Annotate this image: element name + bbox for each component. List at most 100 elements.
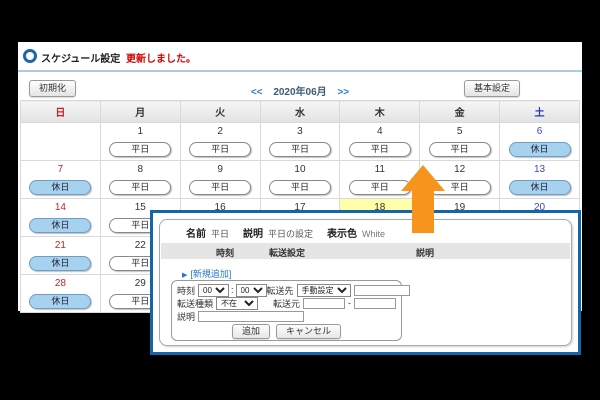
day-number: 4 [340,123,419,139]
arrow-head [401,165,445,191]
day-type-button[interactable]: 平日 [349,142,411,157]
day-header-2: 火 [180,101,260,123]
calendar-cell: 21 休日 [21,237,101,275]
calendar-cell: 2 平日 [180,123,260,161]
day-type-button[interactable]: 平日 [189,142,251,157]
day-type-button[interactable]: 休日 [29,180,91,195]
day-number: 3 [261,123,340,139]
calendar-cell: 4 平日 [340,123,420,161]
transfer-dest-label: 転送先 [267,284,294,297]
add-button[interactable]: 追加 [232,324,270,339]
form-description-label: 説明 [177,310,195,323]
calendar-cell: 14 休日 [21,199,101,237]
transfer-entry-form: 時刻 00 : 00 転送先 手動設定 転送種類 不在 転送元 - [171,280,402,341]
transfer-dest-select[interactable]: 手動設定 [297,284,351,297]
add-new-link-label: [新規追加] [190,269,231,279]
calendar-cell: 3 平日 [260,123,340,161]
app-circle-icon [23,49,37,63]
transfer-source-from-input[interactable] [303,298,345,309]
day-number: 10 [261,161,340,177]
day-type-button[interactable]: 平日 [189,180,251,195]
column-time: 時刻 [216,246,234,259]
display-color-label: 表示色 [327,229,357,240]
day-number: 7 [21,161,100,177]
day-header-3: 水 [260,101,340,123]
column-transfer-settings: 転送設定 [269,246,305,259]
current-month-label: 2020年06月 [273,87,326,98]
day-header-0: 日 [21,101,101,123]
triangle-bullet-icon: ▶ [182,272,187,279]
day-number: 5 [420,123,499,139]
column-header-bar: 時刻 転送設定 説明 [161,243,570,259]
day-type-button[interactable]: 休日 [509,180,571,195]
day-header-4: 木 [340,101,420,123]
day-number: 6 [500,123,579,139]
orange-pointer-arrow-icon [401,165,445,233]
day-type-button[interactable]: 平日 [429,142,491,157]
day-type-button[interactable]: 平日 [109,180,171,195]
day-number: 13 [500,161,579,177]
time-label: 時刻 [177,284,195,297]
day-type-button[interactable]: 平日 [269,142,331,157]
description-value: 平日の設定 [268,229,313,239]
day-number [21,123,100,139]
calendar-cell: 9 平日 [180,161,260,199]
day-header-5: 金 [420,101,500,123]
calendar-cell: 1 平日 [100,123,180,161]
day-type-button[interactable]: 休日 [29,294,91,309]
day-type-button[interactable]: 平日 [109,142,171,157]
transfer-source-to-input[interactable] [354,298,396,309]
calendar-cell: 6 休日 [500,123,580,161]
day-type-button[interactable]: 休日 [509,142,571,157]
calendar-cell: 7 休日 [21,161,101,199]
screenshot-canvas: スケジュール設定 更新しました。 初期化 << 2020年06月 >> 基本設定… [0,0,600,400]
time-colon: : [231,285,234,295]
calendar-cell: 13 休日 [500,161,580,199]
day-type-button[interactable]: 休日 [29,256,91,271]
calendar-cell: 5 平日 [420,123,500,161]
next-month-button[interactable]: >> [337,87,349,98]
basic-settings-button[interactable]: 基本設定 [464,80,520,97]
day-number: 14 [21,199,100,215]
day-number: 9 [181,161,260,177]
form-row-time: 時刻 00 : 00 転送先 手動設定 [177,284,396,296]
day-header-6: 土 [500,101,580,123]
cancel-button[interactable]: キャンセル [276,324,341,339]
calendar-week-row: 1 平日 2 平日 3 平日 4 平日 5 平日 6 休日 [21,123,580,161]
column-description: 説明 [416,246,434,259]
calendar-cell [21,123,101,161]
form-buttons-row: 追加 キャンセル [177,324,396,339]
day-header-1: 月 [100,101,180,123]
day-type-button[interactable]: 休日 [29,218,91,233]
calendar-cell: 10 平日 [260,161,340,199]
form-row-description: 説明 [177,310,396,322]
calendar-week-row: 7休日8平日9平日10平日11平日12平日13休日 [21,161,580,199]
header-divider [18,70,582,72]
display-color-value: White [362,229,385,239]
day-number: 1 [101,123,180,139]
hour-select[interactable]: 00 [198,284,229,297]
add-new-link[interactable]: ▶[新規追加] [182,267,231,280]
calendar-cell: 28 休日 [21,275,101,313]
day-number: 8 [101,161,180,177]
transfer-dest-input[interactable] [354,285,410,296]
form-row-transfer-type: 転送種類 不在 転送元 - [177,297,396,309]
minute-select[interactable]: 00 [236,284,267,297]
day-number: 21 [21,237,100,253]
day-type-settings-dialog: 名前平日説明平日の設定表示色White 時刻 転送設定 説明 ▶[新規追加] 時… [150,210,581,355]
range-dash: - [348,298,351,308]
arrow-shaft [412,191,434,233]
dialog-inner-panel: 名前平日説明平日の設定表示色White 時刻 転送設定 説明 ▶[新規追加] 時… [159,219,572,346]
transfer-type-select[interactable]: 不在 [216,297,258,310]
day-type-button[interactable]: 平日 [269,180,331,195]
day-number: 28 [21,275,100,291]
day-number: 2 [181,123,260,139]
description-input[interactable] [198,311,304,322]
prev-month-button[interactable]: << [251,87,263,98]
update-status-message: 更新しました。 [126,50,196,65]
transfer-type-label: 転送種類 [177,297,213,310]
calendar-cell: 8 平日 [100,161,180,199]
transfer-source-label: 転送元 [273,297,300,310]
name-label: 名前 [186,229,206,240]
description-label: 説明 [243,229,263,240]
